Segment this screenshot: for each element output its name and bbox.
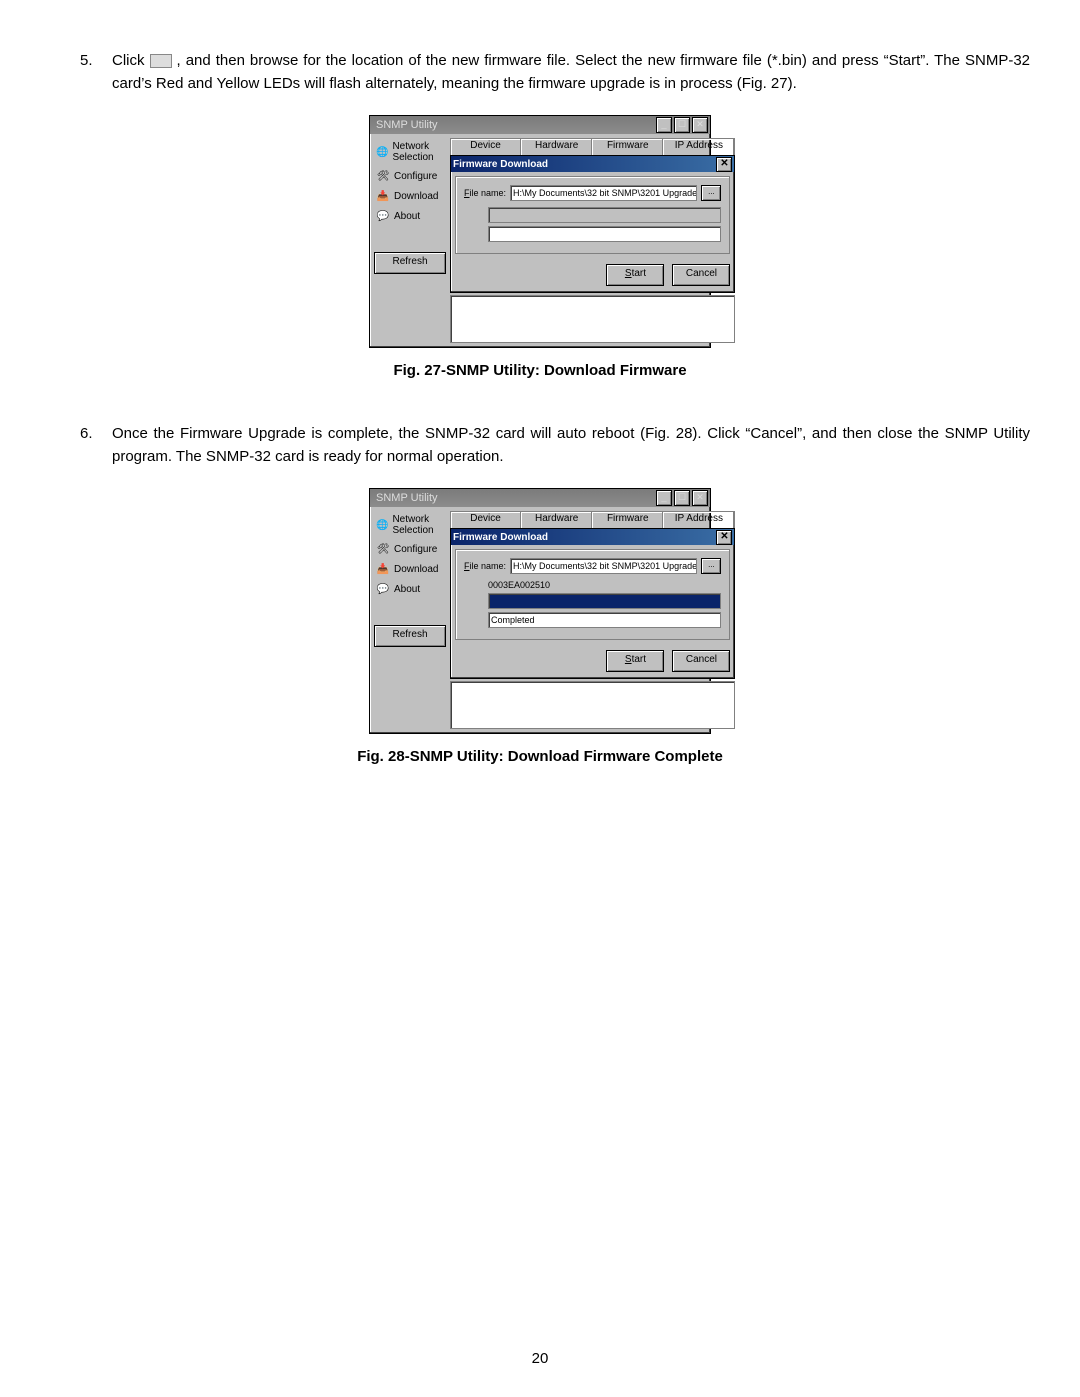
- sidebar: 🌐 Network Selection 🛠 Configure 📥 Downlo…: [374, 138, 446, 343]
- download-icon: 📥: [376, 562, 390, 576]
- minimize-button[interactable]: _: [656, 117, 672, 133]
- about-icon: 💬: [376, 582, 390, 596]
- step-text: Once the Firmware Upgrade is complete, t…: [112, 423, 1030, 468]
- col-firmware: Firmware: [592, 512, 663, 528]
- nav-download[interactable]: 📥 Download: [374, 559, 446, 579]
- col-device: Device: [451, 139, 521, 155]
- text-pre: Click: [112, 52, 150, 69]
- browse-button[interactable]: ...: [701, 185, 721, 201]
- page-number: 20: [0, 1350, 1080, 1367]
- col-hardware: Hardware: [521, 512, 592, 528]
- download-icon: 📥: [376, 189, 390, 203]
- sidebar: 🌐 Network Selection 🛠 Configure 📥 Downlo…: [374, 511, 446, 729]
- nav-label: About: [394, 211, 420, 222]
- cancel-button[interactable]: Cancel: [672, 264, 730, 286]
- titlebar: SNMP Utility _ ☐ ✕: [370, 116, 710, 134]
- titlebar: SNMP Utility _ ☐ ✕: [370, 489, 710, 507]
- start-button[interactable]: Start: [606, 264, 664, 286]
- status-field: [488, 226, 721, 242]
- dialog-titlebar: Firmware Download ✕: [451, 529, 734, 545]
- step-text: Click , and then browse for the location…: [112, 50, 1030, 95]
- cancel-button[interactable]: Cancel: [672, 650, 730, 672]
- progress-bar: [488, 207, 721, 223]
- device-table-header: Device Hardware Firmware IP Address: [450, 511, 735, 529]
- nav-label: Network Selection: [392, 141, 444, 163]
- nav-label: Network Selection: [392, 514, 444, 536]
- start-button[interactable]: Start: [606, 650, 664, 672]
- firmware-download-dialog: Firmware Download ✕ File name: H:\My Doc…: [450, 155, 735, 293]
- nav-network-selection[interactable]: 🌐 Network Selection: [374, 138, 446, 166]
- device-table-header: Device Hardware Firmware IP Address: [450, 138, 735, 156]
- col-firmware: Firmware: [592, 139, 663, 155]
- progress-bar-full: [488, 593, 721, 609]
- refresh-button[interactable]: Refresh: [374, 625, 446, 647]
- snmp-utility-window-fig28: SNMP Utility _ ☐ ✕ 🌐 Network Selection 🛠…: [369, 488, 711, 734]
- dialog-title: Firmware Download: [453, 532, 548, 543]
- configure-icon: 🛠: [376, 542, 390, 556]
- dialog-titlebar: Firmware Download ✕: [451, 156, 734, 172]
- refresh-button[interactable]: Refresh: [374, 252, 446, 274]
- device-list-area: [450, 681, 735, 729]
- nav-label: Configure: [394, 171, 437, 182]
- snmp-utility-window-fig27: SNMP Utility _ ☐ ✕ 🌐 Network Selection 🛠…: [369, 115, 711, 348]
- close-button[interactable]: ✕: [692, 490, 708, 506]
- maximize-button[interactable]: ☐: [674, 490, 690, 506]
- nav-network-selection[interactable]: 🌐 Network Selection: [374, 511, 446, 539]
- device-list-area: [450, 295, 735, 343]
- globe-icon: 🌐: [376, 518, 388, 532]
- step-number: 6.: [50, 423, 112, 468]
- dialog-close-button[interactable]: ✕: [716, 530, 732, 545]
- firmware-download-dialog: Firmware Download ✕ File name: H:\My Doc…: [450, 528, 735, 679]
- figure-27-caption: Fig. 27-SNMP Utility: Download Firmware: [50, 362, 1030, 379]
- minimize-button[interactable]: _: [656, 490, 672, 506]
- nav-about[interactable]: 💬 About: [374, 206, 446, 226]
- col-ip: IP Address: [663, 512, 734, 528]
- nav-configure[interactable]: 🛠 Configure: [374, 539, 446, 559]
- dialog-close-button[interactable]: ✕: [716, 157, 732, 172]
- col-hardware: Hardware: [521, 139, 592, 155]
- nav-label: Download: [394, 564, 438, 575]
- browse-icon-inline: [150, 54, 172, 68]
- figure-28-caption: Fig. 28-SNMP Utility: Download Firmware …: [50, 748, 1030, 765]
- close-button[interactable]: ✕: [692, 117, 708, 133]
- configure-icon: 🛠: [376, 169, 390, 183]
- nav-label: Configure: [394, 544, 437, 555]
- nav-configure[interactable]: 🛠 Configure: [374, 166, 446, 186]
- status-field: Completed: [488, 612, 721, 628]
- dialog-title: Firmware Download: [453, 159, 548, 170]
- window-title: SNMP Utility: [372, 492, 438, 504]
- step-number: 5.: [50, 50, 112, 95]
- nav-download[interactable]: 📥 Download: [374, 186, 446, 206]
- nav-label: Download: [394, 191, 438, 202]
- about-icon: 💬: [376, 209, 390, 223]
- text-post: , and then browse for the location of th…: [112, 52, 1030, 92]
- col-ip: IP Address: [663, 139, 734, 155]
- instruction-step-5: 5. Click , and then browse for the locat…: [50, 50, 1030, 95]
- nav-label: About: [394, 584, 420, 595]
- file-name-input[interactable]: H:\My Documents\32 bit SNMP\3201 Upgrade…: [510, 185, 697, 201]
- globe-icon: 🌐: [376, 145, 388, 159]
- browse-button[interactable]: ...: [701, 558, 721, 574]
- device-mac-label: 0003EA002510: [488, 580, 721, 590]
- col-device: Device: [451, 512, 521, 528]
- file-name-input[interactable]: H:\My Documents\32 bit SNMP\3201 Upgrade…: [510, 558, 697, 574]
- window-title: SNMP Utility: [372, 119, 438, 131]
- file-name-label: File name:: [464, 188, 506, 198]
- nav-about[interactable]: 💬 About: [374, 579, 446, 599]
- maximize-button[interactable]: ☐: [674, 117, 690, 133]
- file-name-label: File name:: [464, 561, 506, 571]
- instruction-step-6: 6. Once the Firmware Upgrade is complete…: [50, 423, 1030, 468]
